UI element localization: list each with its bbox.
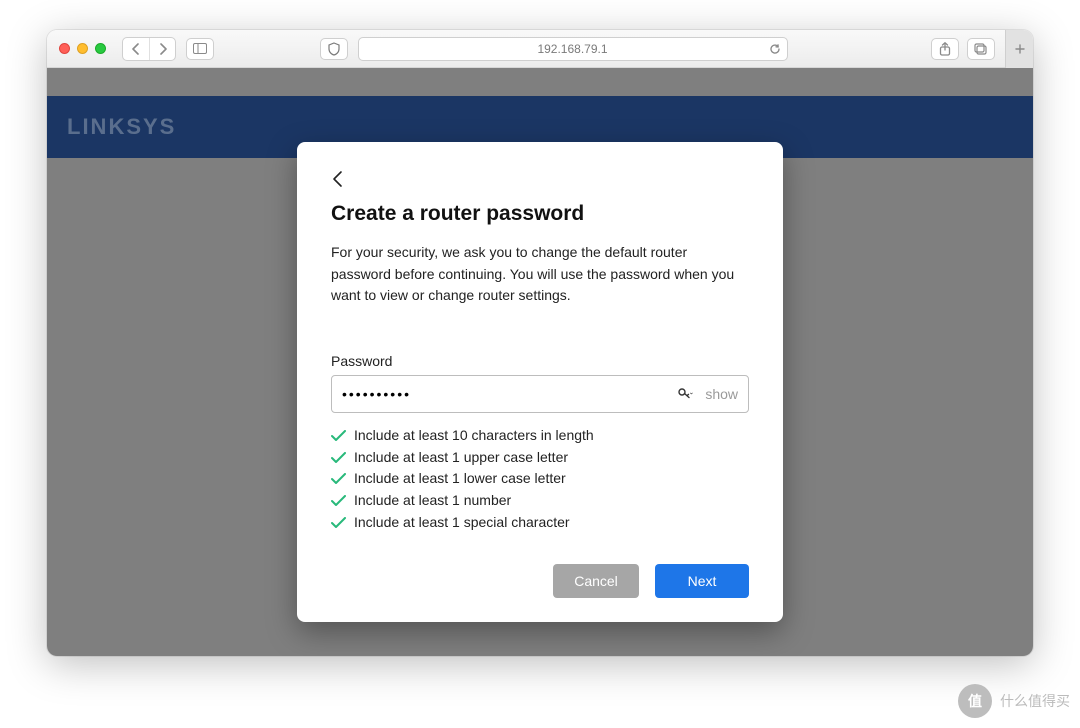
requirement-text: Include at least 1 lower case letter bbox=[354, 468, 566, 490]
check-icon bbox=[331, 452, 346, 464]
page-viewport: LINKSYS Create a router password For you… bbox=[47, 68, 1033, 656]
close-window-button[interactable] bbox=[59, 43, 70, 54]
requirement-item: Include at least 1 upper case letter bbox=[331, 447, 749, 469]
dialog-title: Create a router password bbox=[331, 202, 749, 226]
requirement-text: Include at least 1 special character bbox=[354, 512, 570, 534]
cancel-button[interactable]: Cancel bbox=[553, 564, 639, 598]
privacy-report-button[interactable] bbox=[320, 38, 348, 60]
watermark: 值 什么值得买 bbox=[958, 684, 1070, 718]
check-icon bbox=[331, 517, 346, 529]
linksys-logo: LINKSYS bbox=[67, 114, 176, 140]
tabs-overview-button[interactable] bbox=[967, 38, 995, 60]
sidebar-toggle-button[interactable] bbox=[186, 38, 214, 60]
requirement-item: Include at least 10 characters in length bbox=[331, 425, 749, 447]
requirement-item: Include at least 1 number bbox=[331, 490, 749, 512]
maximize-window-button[interactable] bbox=[95, 43, 106, 54]
watermark-text: 什么值得买 bbox=[1000, 691, 1070, 711]
dialog-actions: Cancel Next bbox=[331, 564, 749, 598]
back-icon[interactable] bbox=[331, 170, 749, 188]
address-bar[interactable]: 192.168.79.1 bbox=[358, 37, 788, 61]
address-bar-wrap: 192.168.79.1 bbox=[224, 37, 921, 61]
password-requirements: Include at least 10 characters in length… bbox=[331, 425, 749, 533]
create-password-dialog: Create a router password For your securi… bbox=[297, 142, 783, 622]
browser-toolbar: 192.168.79.1 bbox=[47, 30, 1033, 68]
address-text: 192.168.79.1 bbox=[537, 42, 607, 56]
password-label: Password bbox=[331, 353, 749, 369]
password-input[interactable] bbox=[342, 386, 677, 402]
requirement-item: Include at least 1 lower case letter bbox=[331, 468, 749, 490]
password-field: show bbox=[331, 375, 749, 413]
check-icon bbox=[331, 495, 346, 507]
back-button[interactable] bbox=[123, 38, 149, 60]
nav-back-forward bbox=[122, 37, 176, 61]
requirement-text: Include at least 1 number bbox=[354, 490, 511, 512]
check-icon bbox=[331, 430, 346, 442]
requirement-item: Include at least 1 special character bbox=[331, 512, 749, 534]
new-tab-button[interactable] bbox=[1005, 30, 1033, 68]
toolbar-right bbox=[931, 38, 995, 60]
show-password-toggle[interactable]: show bbox=[697, 386, 738, 402]
safari-window: 192.168.79.1 LINKSYS bbox=[47, 30, 1033, 656]
forward-button[interactable] bbox=[149, 38, 175, 60]
next-button[interactable]: Next bbox=[655, 564, 749, 598]
dialog-description: For your security, we ask you to change … bbox=[331, 242, 749, 307]
keychain-icon[interactable] bbox=[677, 387, 693, 401]
window-controls bbox=[59, 43, 106, 54]
reload-button[interactable] bbox=[769, 43, 781, 55]
requirement-text: Include at least 10 characters in length bbox=[354, 425, 594, 447]
watermark-badge: 值 bbox=[958, 684, 992, 718]
check-icon bbox=[331, 473, 346, 485]
minimize-window-button[interactable] bbox=[77, 43, 88, 54]
requirement-text: Include at least 1 upper case letter bbox=[354, 447, 568, 469]
share-button[interactable] bbox=[931, 38, 959, 60]
